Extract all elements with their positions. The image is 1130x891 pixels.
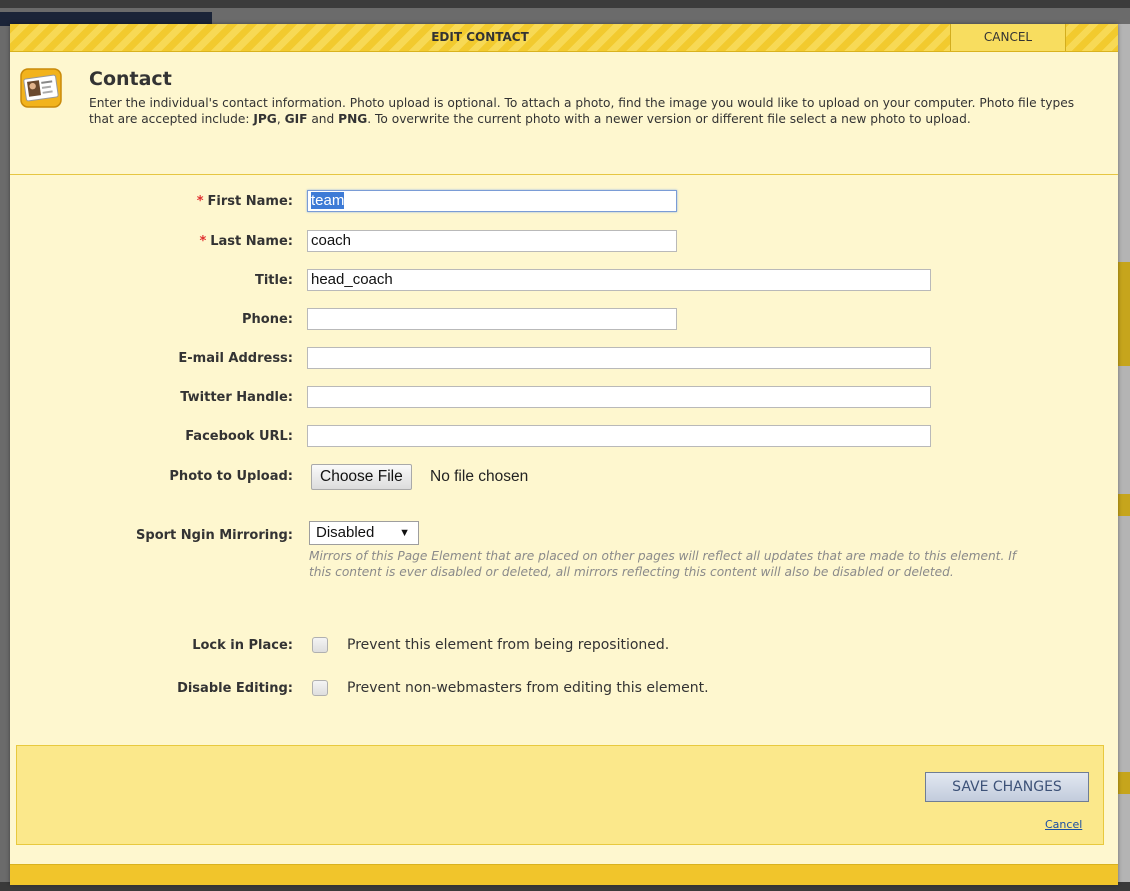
file-status: No file chosen [430, 468, 529, 485]
mirroring-help-text: Mirrors of this Page Element that are pl… [309, 549, 1017, 579]
title-row: Title: head_coach [10, 267, 1118, 295]
lock-label: Lock in Place: [192, 638, 293, 653]
title-label: Title: [254, 273, 293, 288]
intro-heading: Contact [89, 68, 172, 90]
facebook-label: Facebook URL: [185, 429, 293, 444]
last-name-row: * Last Name: coach [10, 228, 1118, 256]
required-mark: * [199, 234, 207, 249]
modal-bottom-bar [10, 864, 1118, 885]
mirroring-select[interactable]: Disabled ▼ [309, 521, 419, 545]
chevron-down-icon: ▼ [399, 527, 410, 539]
mirroring-label: Sport Ngin Mirroring: [136, 528, 293, 543]
modal-header: EDIT CONTACT CANCEL [10, 24, 1118, 52]
required-mark: * [196, 194, 204, 209]
background-topbar [0, 0, 1130, 8]
first-name-value: team [311, 192, 345, 209]
phone-label: Phone: [242, 312, 293, 327]
lock-description: Prevent this element from being repositi… [347, 637, 670, 653]
modal-cancel-button[interactable]: CANCEL [950, 24, 1066, 51]
disable-editing-label: Disable Editing: [177, 681, 293, 696]
last-name-input[interactable]: coach [307, 230, 677, 252]
disable-editing-row: Disable Editing: Prevent non-webmasters … [10, 675, 1118, 703]
modal-title: EDIT CONTACT [431, 30, 529, 44]
footer-cancel-link[interactable]: Cancel [1045, 818, 1082, 831]
email-input[interactable] [307, 347, 931, 369]
disable-editing-checkbox[interactable] [312, 680, 328, 696]
edit-contact-modal: EDIT CONTACT CANCEL Contact Enter the in… [10, 24, 1118, 885]
modal-footer: SAVE CHANGES Cancel [16, 745, 1104, 845]
photo-label: Photo to Upload: [169, 469, 293, 484]
lock-checkbox[interactable] [312, 637, 328, 653]
mirroring-selected: Disabled [316, 524, 375, 541]
title-input[interactable]: head_coach [307, 269, 931, 291]
photo-row: Photo to Upload: Choose File No file cho… [10, 463, 1118, 491]
twitter-row: Twitter Handle: [10, 384, 1118, 412]
phone-input[interactable] [307, 308, 677, 330]
phone-row: Phone: [10, 306, 1118, 334]
mirroring-row: Sport Ngin Mirroring: Disabled ▼ [10, 520, 1118, 548]
save-changes-button[interactable]: SAVE CHANGES [925, 772, 1089, 802]
choose-file-button[interactable]: Choose File [311, 464, 412, 490]
first-name-label: First Name: [207, 194, 293, 209]
disable-editing-description: Prevent non-webmasters from editing this… [347, 680, 709, 696]
intro-text: Enter the individual's contact informati… [89, 96, 1075, 126]
facebook-row: Facebook URL: [10, 423, 1118, 451]
contact-card-icon [20, 68, 62, 108]
twitter-input[interactable] [307, 386, 931, 408]
first-name-row: * First Name: team [10, 188, 1118, 216]
lock-row: Lock in Place: Prevent this element from… [10, 632, 1118, 660]
last-name-label: Last Name: [210, 234, 293, 249]
intro-section: Contact Enter the individual's contact i… [10, 52, 1118, 175]
first-name-input[interactable]: team [307, 190, 677, 212]
email-row: E-mail Address: [10, 345, 1118, 373]
facebook-input[interactable] [307, 425, 931, 447]
background-right-strip [1118, 24, 1130, 891]
twitter-label: Twitter Handle: [180, 390, 293, 405]
email-label: E-mail Address: [178, 351, 293, 366]
